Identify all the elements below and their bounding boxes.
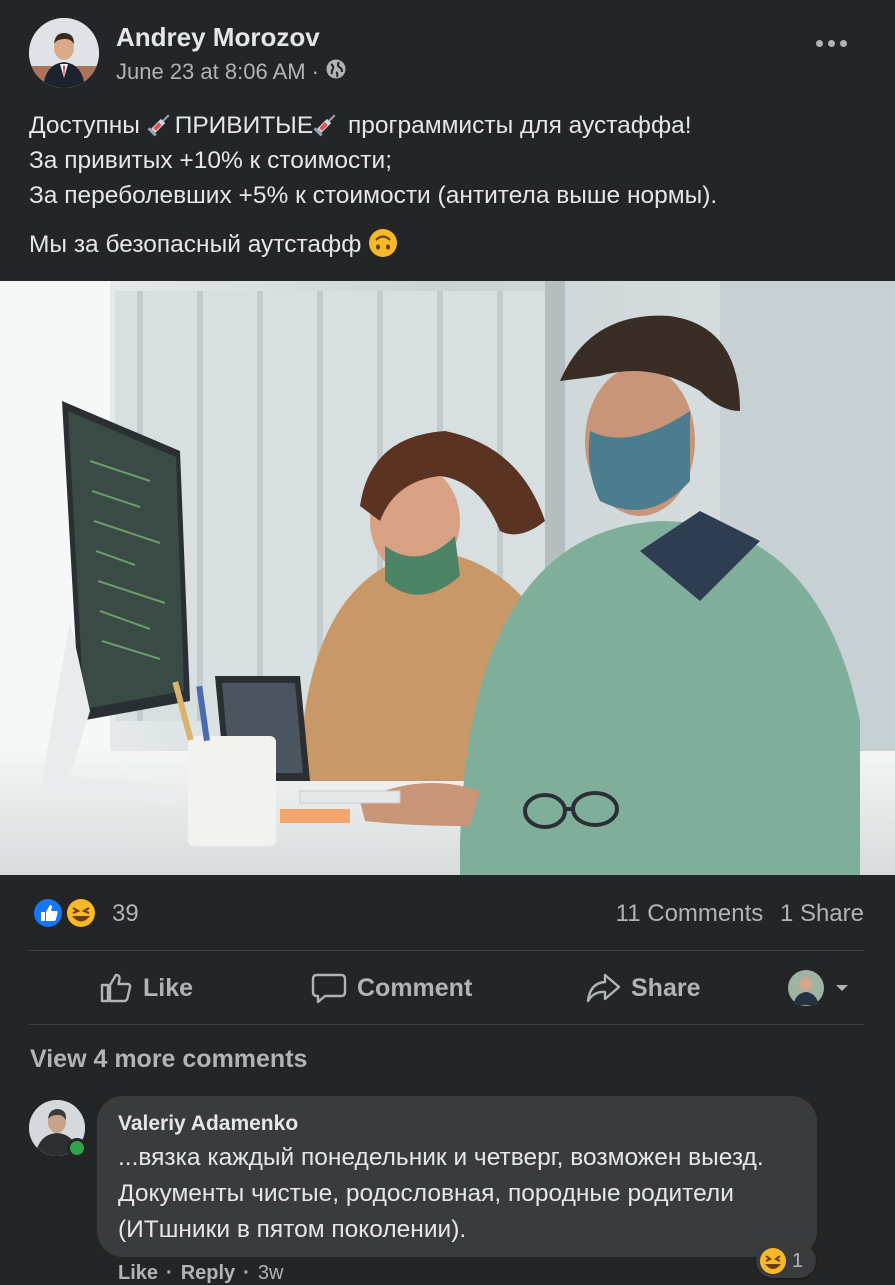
like-icon (32, 897, 64, 929)
post-text-segment: ПРИВИТЫЕ (174, 112, 314, 139)
haha-icon (65, 897, 97, 929)
commenter-name[interactable]: Valeriy Adamenko (118, 1112, 298, 1136)
divider (29, 1024, 864, 1025)
post-photo[interactable] (0, 281, 895, 875)
comment-time[interactable]: 3w (258, 1262, 284, 1285)
like-button[interactable]: Like (99, 966, 193, 1010)
haha-icon (760, 1248, 786, 1274)
comment-text: ...вязка каждый понедельник и четверг, в… (118, 1144, 764, 1243)
react-as-selector[interactable] (787, 966, 849, 1010)
shares-count[interactable]: 1 Share (780, 900, 864, 927)
user-avatar-small (788, 970, 824, 1006)
post-stats: 39 11 Comments 1 Share (29, 893, 864, 933)
globe-icon (325, 58, 347, 86)
post-text-segment: Доступны (29, 112, 147, 139)
comment-reply-link[interactable]: Reply (181, 1262, 235, 1285)
author-name[interactable]: Andrey Morozov (116, 22, 320, 53)
syringe-icon (313, 114, 336, 137)
comment-reactions[interactable]: 1 (756, 1244, 816, 1278)
post-text-line-3: За переболевших +5% к стоимости (антител… (29, 182, 718, 209)
post-header: Andrey Morozov June 23 at 8:06 AM · Дост… (0, 0, 895, 280)
comments-count[interactable]: 11 Comments (616, 900, 764, 927)
post-text-line-1: Доступны ПРИВИТЫЕ программисты для ауста… (29, 108, 869, 143)
comment-bubble: Valeriy Adamenko ...вязка каждый понедел… (97, 1096, 817, 1257)
post-text-segment: программисты для аустаффа! (341, 112, 692, 139)
post-text: Доступны ПРИВИТЫЕ программисты для ауста… (29, 108, 869, 262)
post-meta: June 23 at 8:06 AM · (116, 58, 347, 86)
post-text-segment: Мы за безопасный аутстафф (29, 231, 362, 258)
comment-label: Comment (357, 973, 473, 1002)
comment-share-counts: 11 Comments 1 Share (616, 900, 864, 928)
comment-reaction-count: 1 (792, 1249, 804, 1272)
comment-actions: Like · Reply · 3w (118, 1262, 283, 1285)
thumbs-up-icon (100, 973, 132, 1003)
upside-down-face-icon (369, 229, 398, 257)
view-more-comments-link[interactable]: View 4 more comments (30, 1045, 307, 1074)
comment-button[interactable]: Comment (311, 966, 472, 1010)
share-button[interactable]: Share (585, 966, 700, 1010)
reaction-icons[interactable] (31, 896, 101, 930)
post-timestamp[interactable]: June 23 at 8:06 AM (116, 59, 306, 85)
comment-actions-separator: · (166, 1262, 173, 1284)
post-text-line-2: За привитых +10% к стоимости; (29, 147, 393, 174)
author-avatar[interactable] (29, 18, 99, 88)
post-text-line-4: Мы за безопасный аутстафф (29, 227, 869, 262)
comment-actions-separator: · (243, 1262, 250, 1284)
comment-icon (311, 973, 347, 1004)
meta-separator: · (311, 59, 319, 84)
like-label: Like (143, 973, 194, 1002)
share-label: Share (631, 973, 701, 1002)
reaction-count[interactable]: 39 (112, 900, 139, 928)
online-status-badge (67, 1138, 87, 1158)
more-options-icon[interactable] (816, 40, 847, 47)
share-icon (586, 973, 621, 1003)
syringe-icon (147, 114, 170, 137)
divider (29, 950, 864, 951)
comment-like-link[interactable]: Like (118, 1262, 158, 1285)
chevron-down-icon (836, 985, 848, 991)
